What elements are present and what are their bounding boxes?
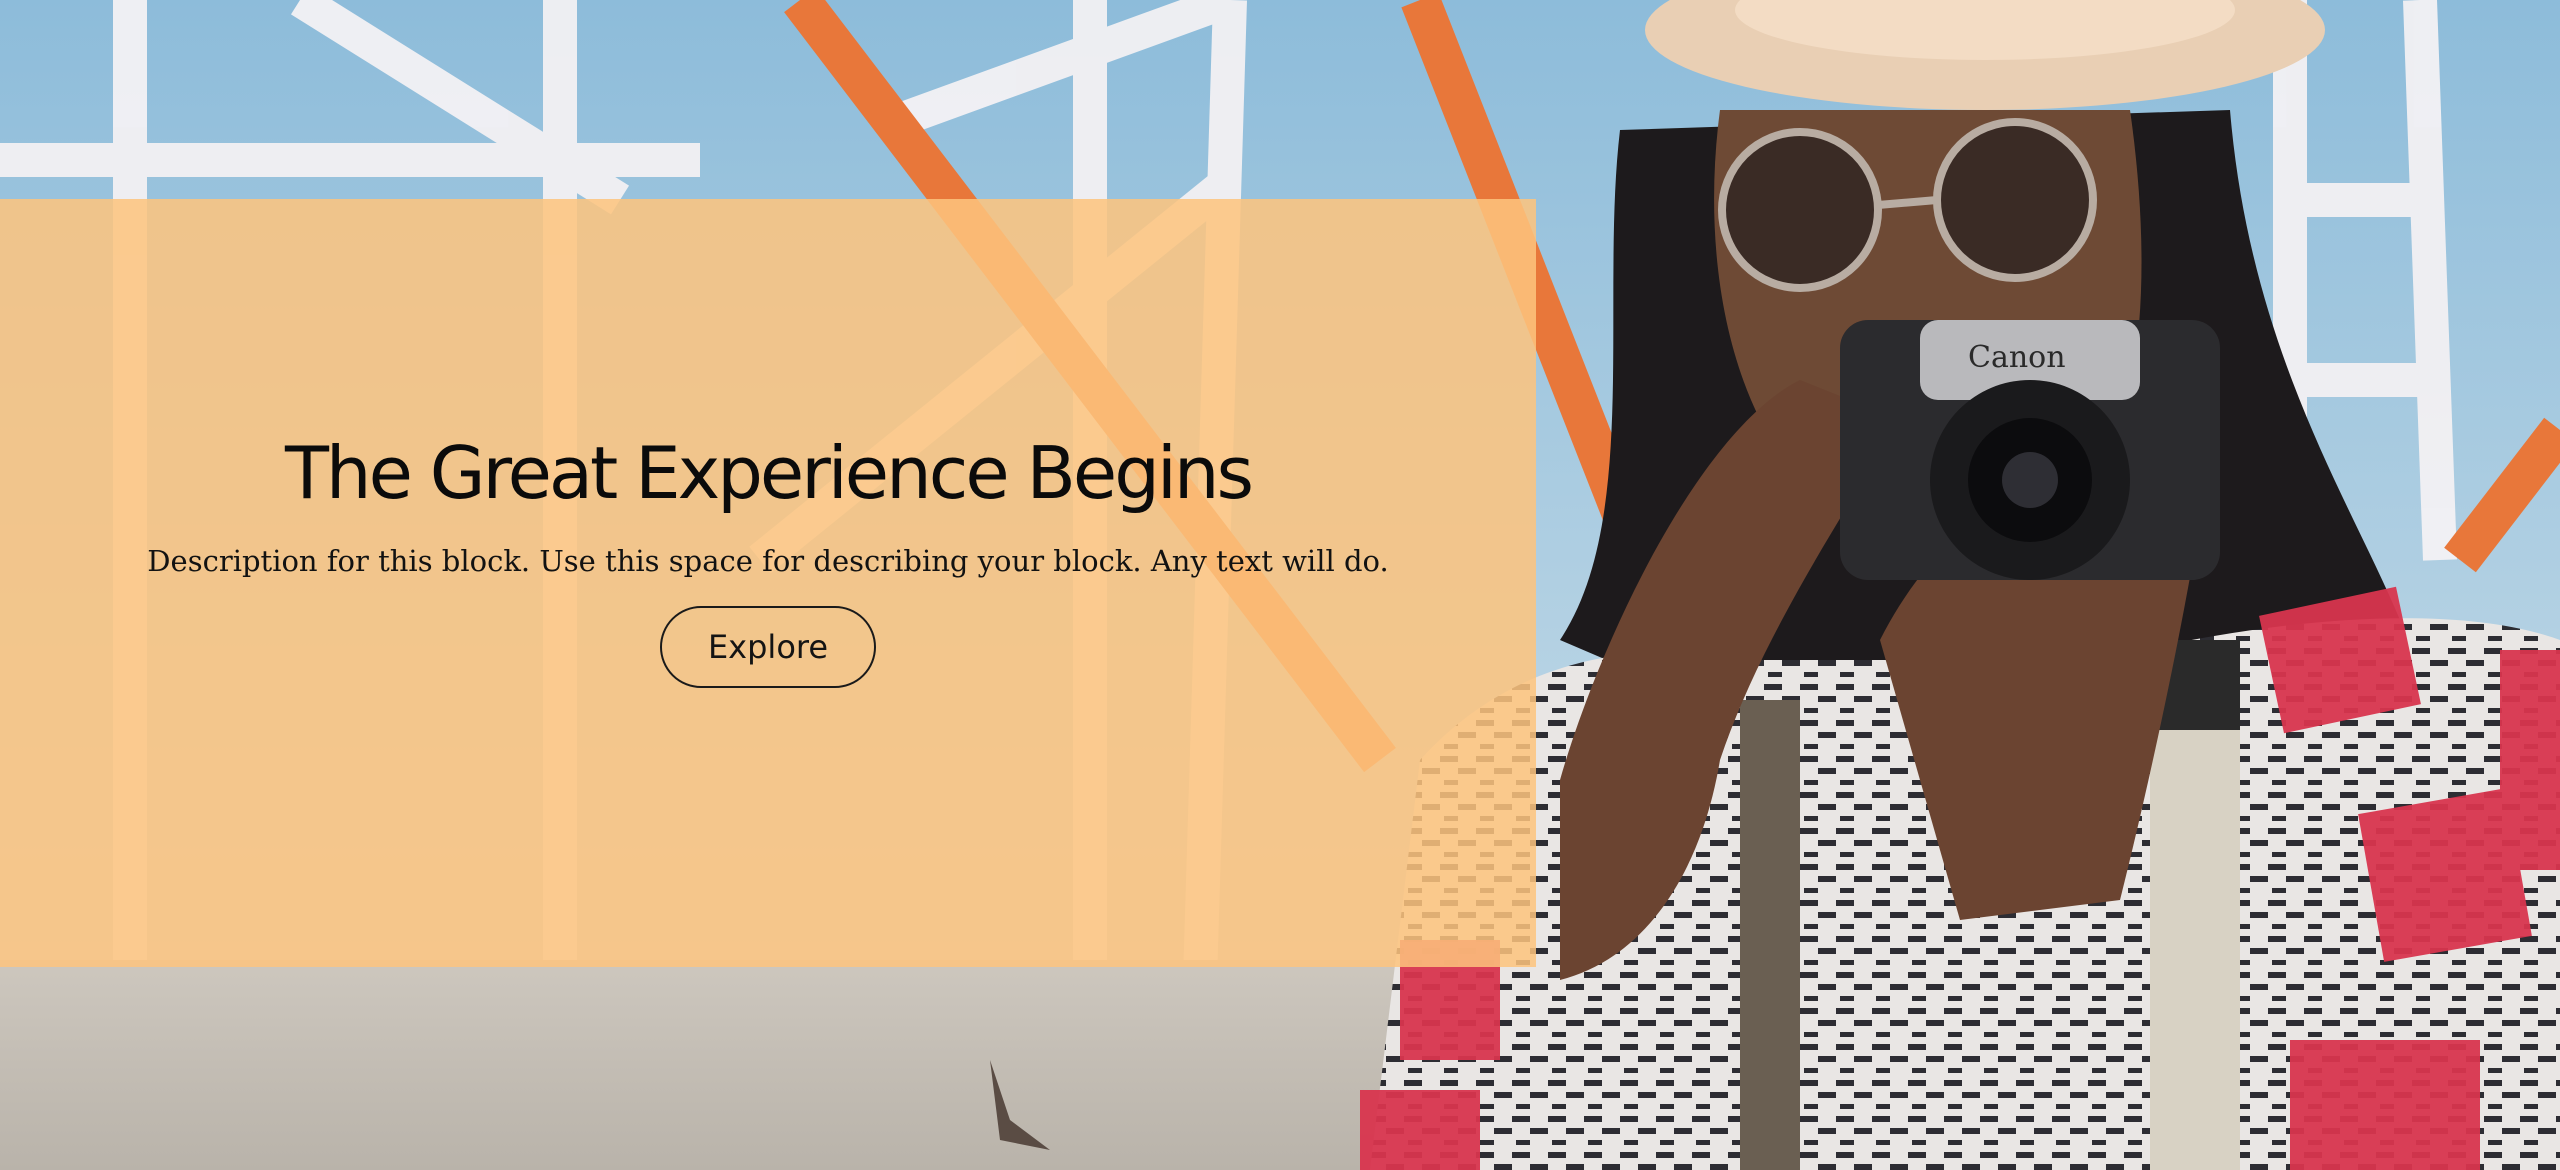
hero-description: Description for this block. Use this spa… — [147, 543, 1389, 578]
content-block: The Great Experience Begins Description … — [147, 431, 1389, 688]
content-panel: The Great Experience Begins Description … — [0, 199, 1536, 967]
hero-title: The Great Experience Begins — [284, 431, 1254, 516]
svg-text:Canon: Canon — [1968, 340, 2066, 375]
explore-button[interactable]: Explore — [659, 605, 877, 688]
hero-section: Canon The Great Experience Begins Descri… — [0, 0, 2560, 1170]
